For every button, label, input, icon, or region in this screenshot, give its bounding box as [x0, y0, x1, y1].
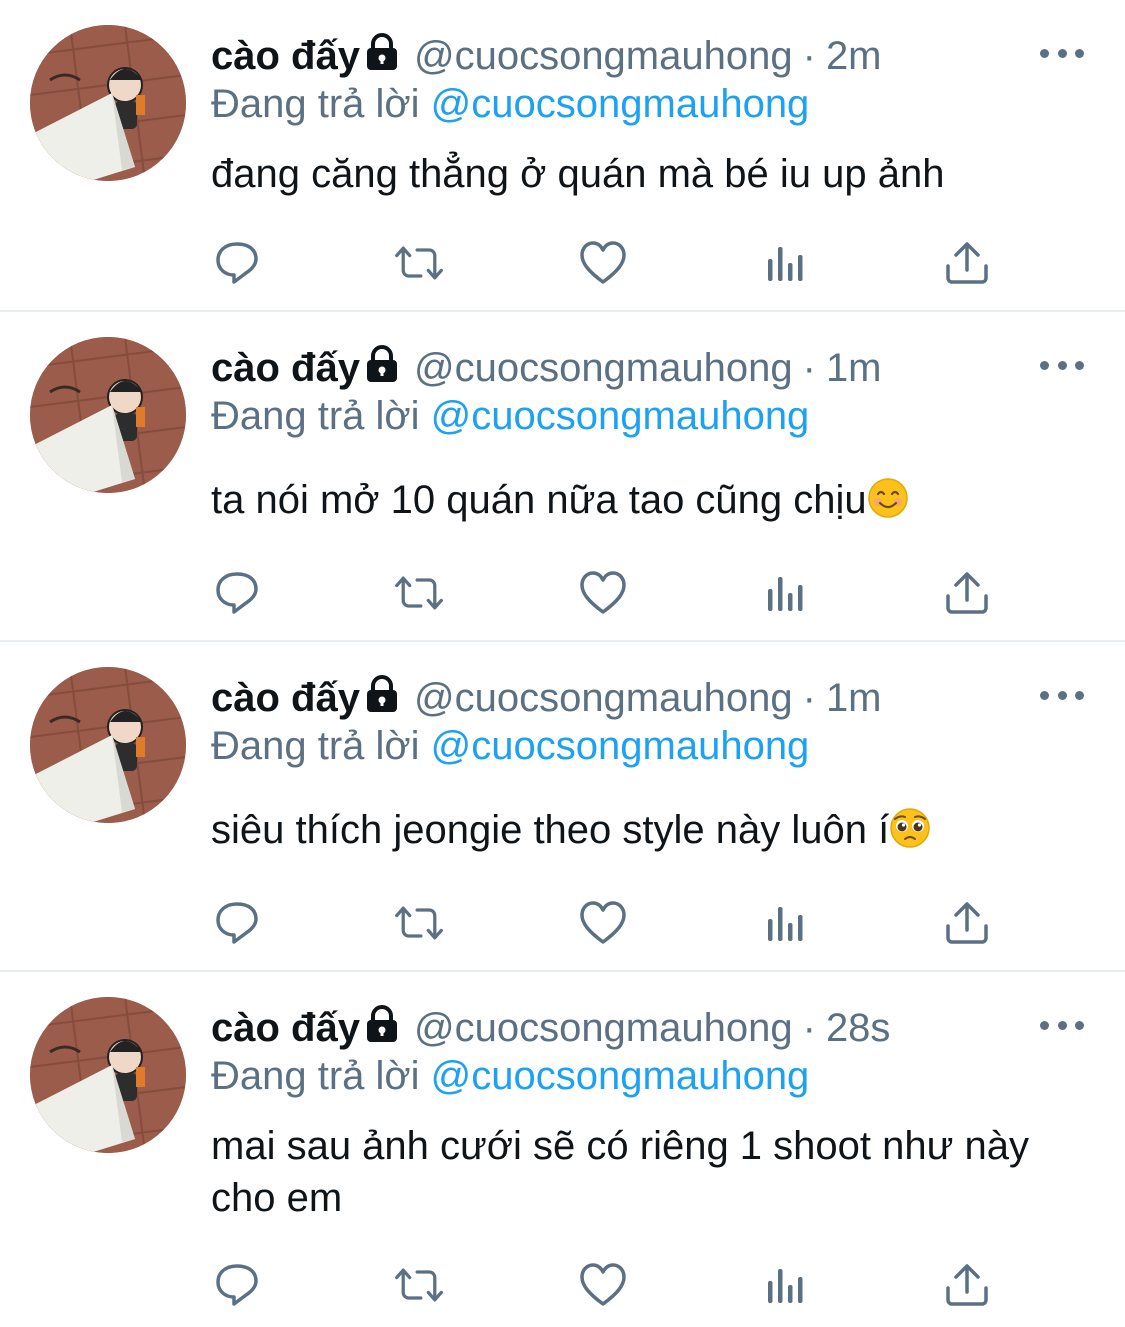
more-icon[interactable]	[1040, 688, 1084, 702]
user-handle[interactable]: @cuocsongmauhong	[414, 34, 793, 78]
more-icon[interactable]	[1040, 46, 1084, 60]
like-icon[interactable]	[577, 1260, 629, 1310]
analytics-icon[interactable]	[759, 568, 811, 618]
lock-icon	[364, 345, 400, 394]
tweet-feed: cào đấy @cuocsongmauhong · 2m Đang trả lời …	[0, 0, 1125, 1327]
separator: ·	[802, 346, 816, 390]
reply-context: Đang trả lời @cuocsongmauhong	[211, 392, 809, 440]
pleading-face-emoji	[889, 807, 931, 862]
timestamp[interactable]: 1m	[826, 676, 882, 720]
user-handle[interactable]: @cuocsongmauhong	[414, 346, 793, 390]
tweet[interactable]: cào đấy @cuocsongmauhong · 28s Đang trả lời…	[0, 972, 1125, 1327]
separator: ·	[802, 1006, 816, 1050]
share-icon[interactable]	[941, 568, 993, 618]
reply-context: Đang trả lời @cuocsongmauhong	[211, 1052, 809, 1100]
more-icon[interactable]	[1040, 1018, 1084, 1032]
tweet[interactable]: cào đấy @cuocsongmauhong · 1m Đang trả lời …	[0, 642, 1125, 970]
tweet-header: cào đấy @cuocsongmauhong · 1m	[211, 344, 882, 394]
retweet-icon[interactable]	[393, 568, 445, 618]
reply-context: Đang trả lời @cuocsongmauhong	[211, 80, 809, 128]
display-name[interactable]: cào đấy	[211, 1006, 360, 1050]
reply-icon[interactable]	[211, 568, 263, 618]
tweet-text: ta nói mở 10 quán nữa tao cũng chịu	[211, 474, 1071, 532]
tweet-text: siêu thích jeongie theo style này luôn í	[211, 804, 1071, 862]
tweet-text-content: mai sau ảnh cưới sẽ có riêng 1 shoot như…	[211, 1124, 1030, 1220]
share-icon[interactable]	[941, 1260, 993, 1310]
reply-mention-link[interactable]: @cuocsongmauhong	[431, 724, 810, 768]
like-icon[interactable]	[577, 238, 629, 288]
user-handle[interactable]: @cuocsongmauhong	[414, 676, 793, 720]
display-name[interactable]: cào đấy	[211, 346, 360, 390]
like-icon[interactable]	[577, 898, 629, 948]
like-icon[interactable]	[577, 568, 629, 618]
reply-prefix: Đang trả lời	[211, 1054, 420, 1098]
timestamp[interactable]: 28s	[826, 1006, 891, 1050]
timestamp[interactable]: 2m	[826, 34, 882, 78]
lock-icon	[364, 33, 400, 82]
analytics-icon[interactable]	[759, 238, 811, 288]
retweet-icon[interactable]	[393, 1260, 445, 1310]
tweet-actions	[211, 898, 1011, 948]
share-icon[interactable]	[941, 238, 993, 288]
tweet[interactable]: cào đấy @cuocsongmauhong · 1m Đang trả lời …	[0, 312, 1125, 640]
timestamp[interactable]: 1m	[826, 346, 882, 390]
avatar[interactable]	[30, 25, 186, 181]
analytics-icon[interactable]	[759, 898, 811, 948]
avatar[interactable]	[30, 337, 186, 493]
display-name[interactable]: cào đấy	[211, 34, 360, 78]
smiling-face-emoji	[867, 477, 909, 532]
avatar[interactable]	[30, 997, 186, 1153]
more-icon[interactable]	[1040, 358, 1084, 372]
tweet-text-content: siêu thích jeongie theo style này luôn í	[211, 808, 890, 852]
reply-context: Đang trả lời @cuocsongmauhong	[211, 722, 809, 770]
tweet-actions	[211, 568, 1011, 618]
reply-icon[interactable]	[211, 1260, 263, 1310]
tweet[interactable]: cào đấy @cuocsongmauhong · 2m Đang trả lời …	[0, 0, 1125, 310]
tweet-text-content: ta nói mở 10 quán nữa tao cũng chịu	[211, 478, 867, 522]
tweet-actions	[211, 1260, 1011, 1310]
retweet-icon[interactable]	[393, 238, 445, 288]
reply-prefix: Đang trả lời	[211, 724, 420, 768]
tweet-header: cào đấy @cuocsongmauhong · 28s	[211, 1004, 890, 1054]
reply-icon[interactable]	[211, 898, 263, 948]
tweet-header: cào đấy @cuocsongmauhong · 1m	[211, 674, 882, 724]
tweet-text: mai sau ảnh cưới sẽ có riêng 1 shoot như…	[211, 1120, 1031, 1224]
display-name[interactable]: cào đấy	[211, 676, 360, 720]
lock-icon	[364, 1005, 400, 1054]
reply-prefix: Đang trả lời	[211, 394, 420, 438]
tweet-text-content: đang căng thẳng ở quán mà bé iu up ảnh	[211, 152, 945, 196]
reply-prefix: Đang trả lời	[211, 82, 420, 126]
tweet-actions	[211, 238, 1011, 288]
share-icon[interactable]	[941, 898, 993, 948]
reply-icon[interactable]	[211, 238, 263, 288]
avatar[interactable]	[30, 667, 186, 823]
user-handle[interactable]: @cuocsongmauhong	[414, 1006, 793, 1050]
separator: ·	[802, 34, 816, 78]
lock-icon	[364, 675, 400, 724]
reply-mention-link[interactable]: @cuocsongmauhong	[431, 1054, 810, 1098]
tweet-header: cào đấy @cuocsongmauhong · 2m	[211, 32, 882, 82]
tweet-text: đang căng thẳng ở quán mà bé iu up ảnh	[211, 148, 1071, 200]
analytics-icon[interactable]	[759, 1260, 811, 1310]
separator: ·	[802, 676, 816, 720]
reply-mention-link[interactable]: @cuocsongmauhong	[431, 82, 810, 126]
reply-mention-link[interactable]: @cuocsongmauhong	[431, 394, 810, 438]
retweet-icon[interactable]	[393, 898, 445, 948]
